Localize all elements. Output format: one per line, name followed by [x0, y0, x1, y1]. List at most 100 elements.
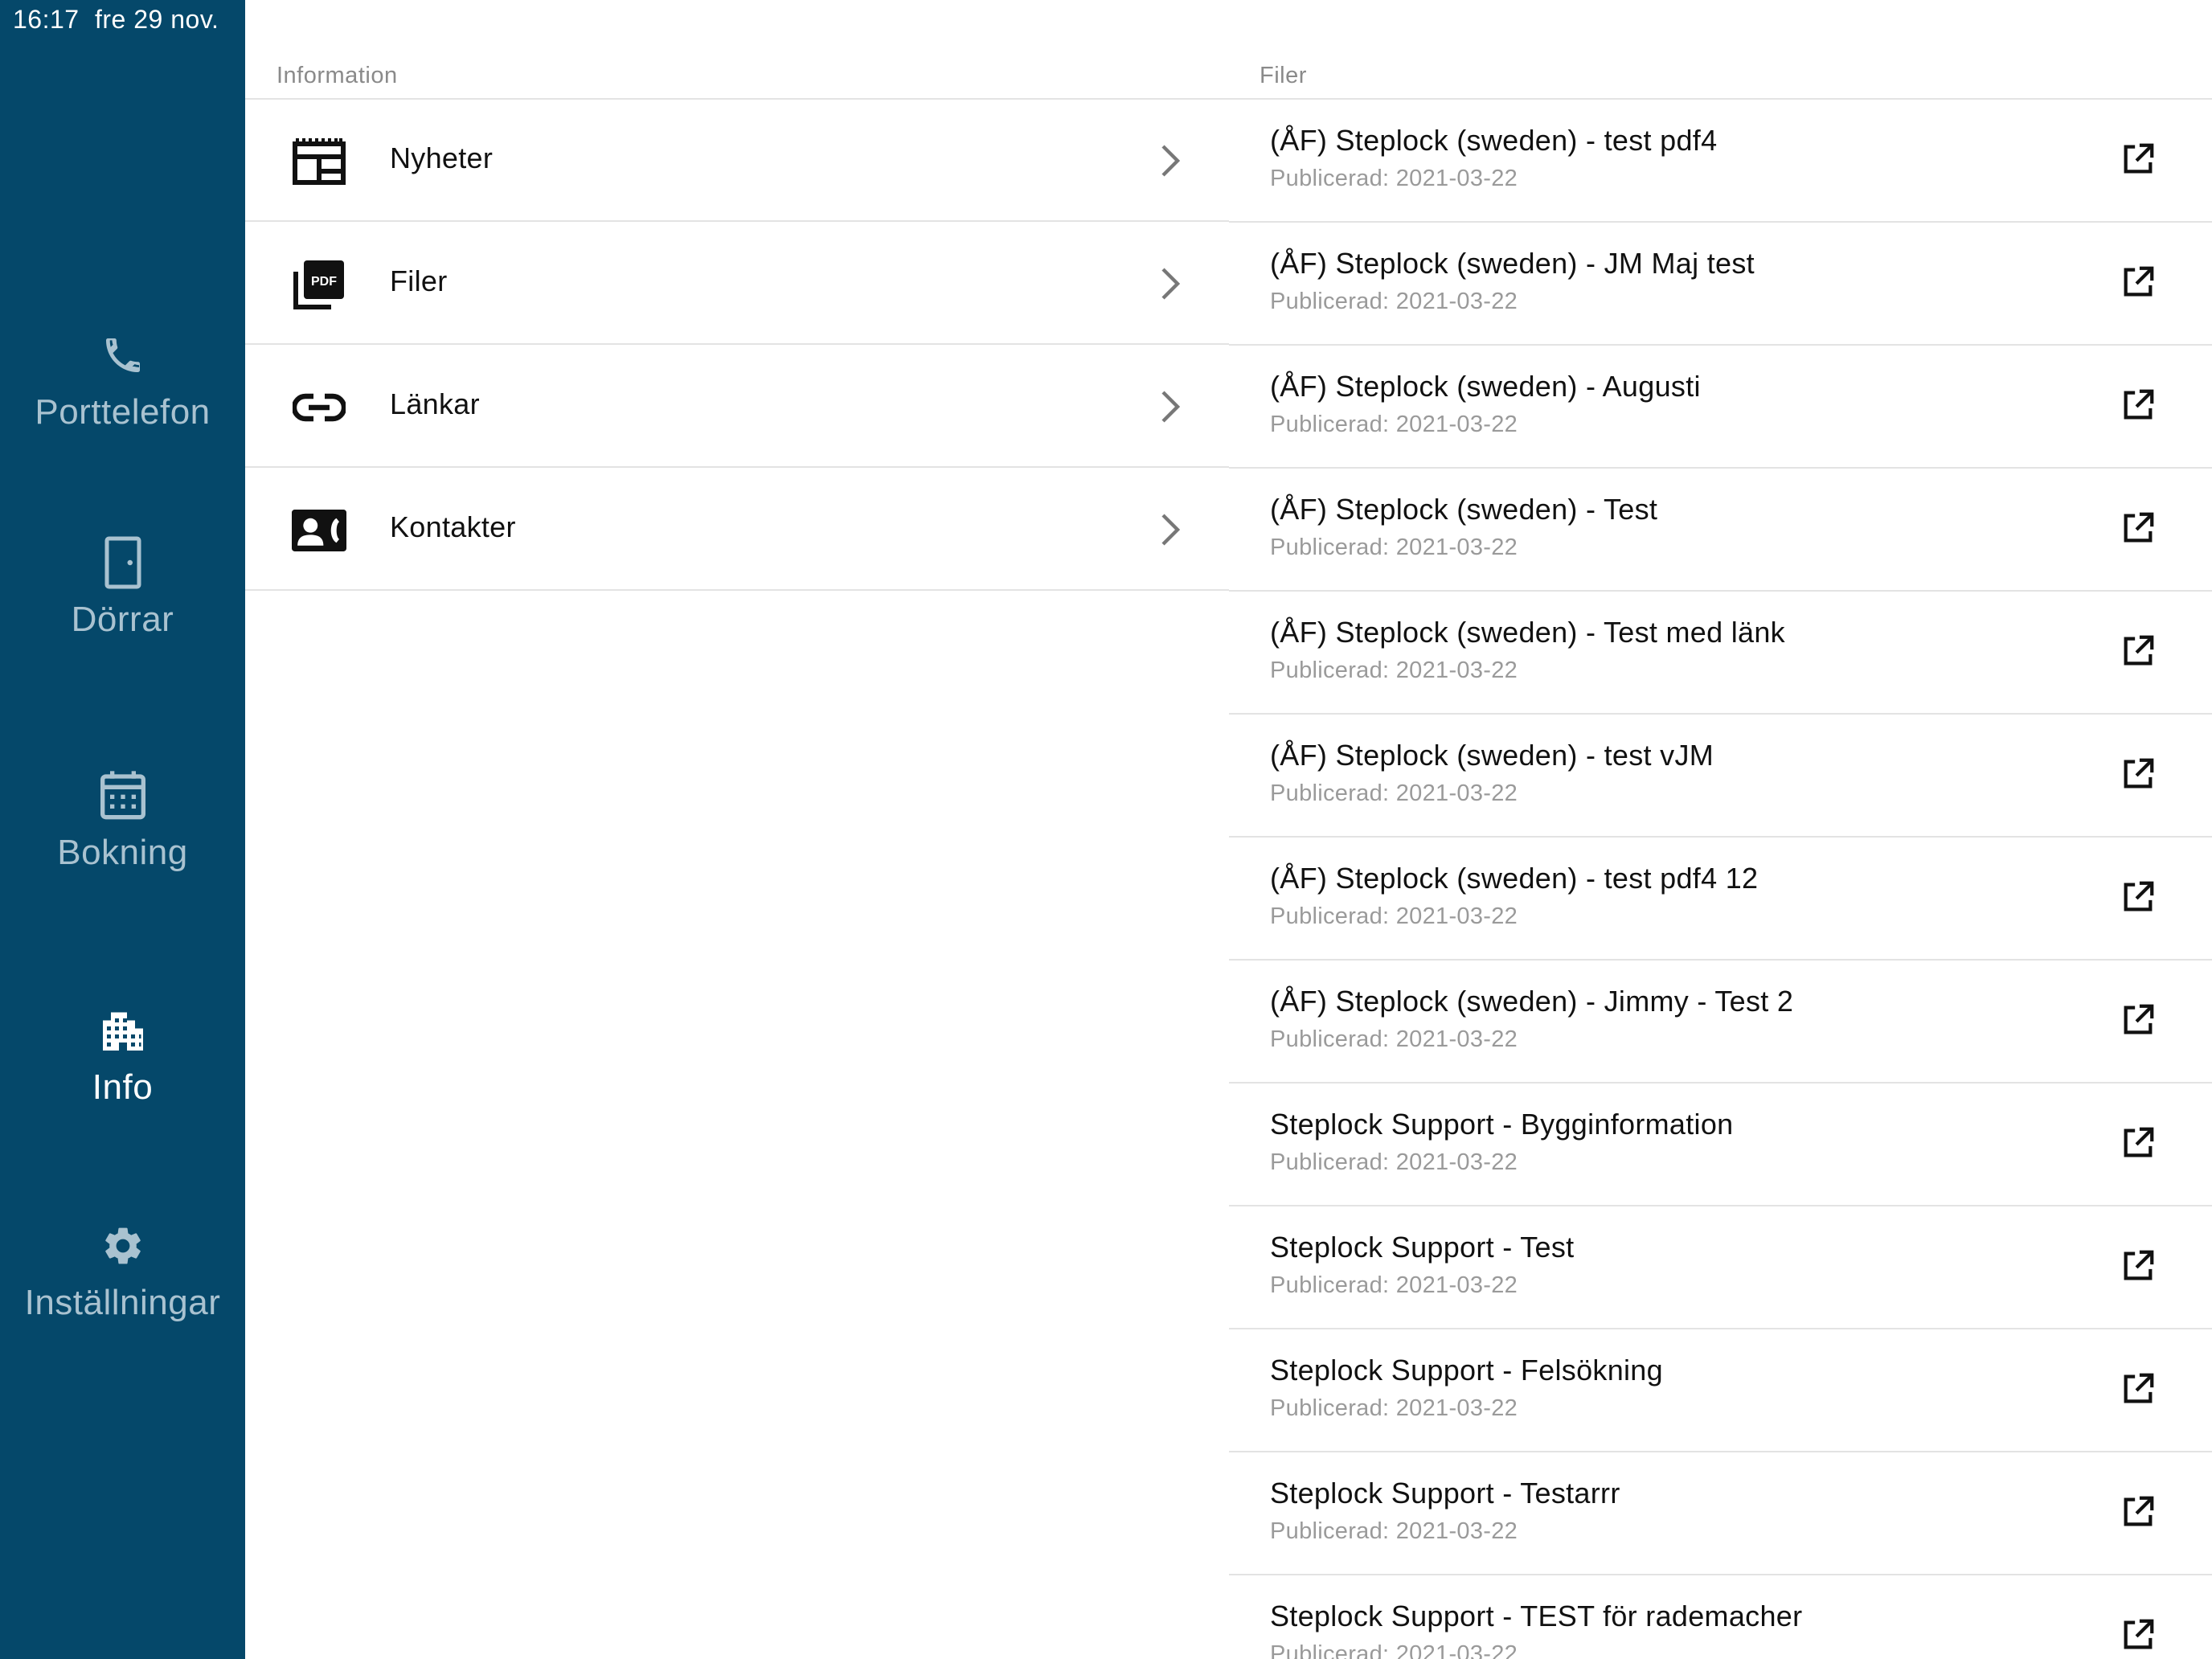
open-in-new-icon [2120, 1370, 2157, 1407]
file-title: Steplock Support - TEST för rademacher [1270, 1600, 1803, 1632]
file-list-item[interactable]: Steplock Support - TEST för rademacher P… [1229, 1575, 2212, 1659]
file-published-date: Publicerad: 2021-03-22 [1270, 289, 1518, 314]
open-in-new-icon [2120, 264, 2157, 301]
open-in-new-icon [2120, 141, 2157, 178]
open-in-new-icon [2120, 1247, 2157, 1284]
chevron-right-icon [1153, 387, 1186, 426]
file-title: Steplock Support - Bygginformation [1270, 1108, 1734, 1141]
file-list-item[interactable]: (ÅF) Steplock (sweden) - test vJM Public… [1229, 715, 2212, 838]
door-icon [97, 536, 149, 589]
menu-item-filer[interactable]: PDF Filer [245, 223, 1229, 345]
file-title: (ÅF) Steplock (sweden) - test pdf4 12 [1270, 862, 1759, 895]
file-title: (ÅF) Steplock (sweden) - Augusti [1270, 370, 1701, 403]
news-icon [292, 137, 346, 186]
open-in-new-icon [2120, 1124, 2157, 1161]
file-title: (ÅF) Steplock (sweden) - Test [1270, 493, 1658, 526]
menu-item-kontakter[interactable]: Kontakter [245, 469, 1229, 591]
menu-item-label: Nyheter [390, 141, 494, 174]
file-list-item[interactable]: (ÅF) Steplock (sweden) - test pdf4 Publi… [1229, 100, 2212, 223]
file-published-date: Publicerad: 2021-03-22 [1270, 903, 1518, 929]
open-external-button[interactable] [2116, 383, 2161, 428]
open-in-new-icon [2120, 1616, 2157, 1653]
status-date: fre 29 nov. [95, 5, 219, 34]
sidebar-item-info[interactable]: Info [0, 1005, 245, 1174]
file-list-item[interactable]: Steplock Support - Test Publicerad: 2021… [1229, 1206, 2212, 1329]
file-list-item[interactable]: (ÅF) Steplock (sweden) - Augusti Publice… [1229, 346, 2212, 469]
file-published-date: Publicerad: 2021-03-22 [1270, 412, 1518, 437]
file-list-item[interactable]: Steplock Support - Bygginformation Publi… [1229, 1083, 2212, 1206]
open-external-button[interactable] [2116, 506, 2161, 551]
menu-item-label: Filer [390, 264, 448, 297]
menu-item-label: Kontakter [390, 510, 516, 543]
file-published-date: Publicerad: 2021-03-22 [1270, 1149, 1518, 1175]
file-title: (ÅF) Steplock (sweden) - Jimmy - Test 2 [1270, 985, 1794, 1018]
files-panel: Filer (ÅF) Steplock (sweden) - test pdf4… [1229, 0, 2212, 1659]
chevron-right-icon [1153, 141, 1186, 180]
file-published-date: Publicerad: 2021-03-22 [1270, 1641, 1518, 1659]
phone-icon [97, 330, 149, 381]
file-list-item[interactable]: (ÅF) Steplock (sweden) - Test med länk P… [1229, 592, 2212, 715]
contact-card-icon [292, 506, 346, 555]
information-panel: Information Nyheter PDF Filer Länkar Kon… [245, 0, 1229, 1659]
link-icon [292, 383, 346, 432]
open-external-button[interactable] [2116, 137, 2161, 182]
file-list-item[interactable]: (ÅF) Steplock (sweden) - Test Publicerad… [1229, 469, 2212, 592]
file-title: (ÅF) Steplock (sweden) - JM Maj test [1270, 247, 1755, 280]
open-in-new-icon [2120, 387, 2157, 424]
open-external-button[interactable] [2116, 260, 2161, 305]
file-title: (ÅF) Steplock (sweden) - test vJM [1270, 739, 1714, 772]
sidebar-item-label: Porttelefon [35, 392, 211, 432]
menu-item-lankar[interactable]: Länkar [245, 346, 1229, 468]
chevron-right-icon [1153, 264, 1186, 303]
open-external-button[interactable] [2116, 875, 2161, 920]
file-list-item[interactable]: (ÅF) Steplock (sweden) - Jimmy - Test 2 … [1229, 961, 2212, 1083]
open-in-new-icon [2120, 633, 2157, 670]
open-external-button[interactable] [2116, 1243, 2161, 1288]
file-title: (ÅF) Steplock (sweden) - test pdf4 [1270, 124, 1718, 157]
information-header: Information [276, 63, 398, 88]
open-in-new-icon [2120, 756, 2157, 793]
chevron-right-icon [1153, 510, 1186, 549]
open-external-button[interactable] [2116, 1120, 2161, 1165]
file-published-date: Publicerad: 2021-03-22 [1270, 657, 1518, 683]
sidebar-item-label: Info [92, 1067, 154, 1107]
open-external-button[interactable] [2116, 997, 2161, 1043]
open-external-button[interactable] [2116, 1366, 2161, 1411]
file-title: Steplock Support - Felsökning [1270, 1354, 1663, 1387]
file-list-item[interactable]: Steplock Support - Testarrr Publicerad: … [1229, 1452, 2212, 1575]
open-in-new-icon [2120, 879, 2157, 916]
open-external-button[interactable] [2116, 1612, 2161, 1657]
sidebar: Porttelefon Dörrar Bokning Info Inställn… [0, 0, 245, 1659]
file-published-date: Publicerad: 2021-03-22 [1270, 535, 1518, 560]
sidebar-item-bokning[interactable]: Bokning [0, 770, 245, 939]
sidebar-item-porttelefon[interactable]: Porttelefon [0, 330, 245, 498]
file-published-date: Publicerad: 2021-03-22 [1270, 166, 1518, 191]
open-external-button[interactable] [2116, 629, 2161, 674]
file-list-item[interactable]: (ÅF) Steplock (sweden) - JM Maj test Pub… [1229, 223, 2212, 346]
calendar-icon [97, 770, 149, 821]
sidebar-item-label: Inställningar [24, 1283, 221, 1322]
file-title: Steplock Support - Testarrr [1270, 1477, 1620, 1509]
svg-text:PDF: PDF [311, 275, 337, 289]
file-published-date: Publicerad: 2021-03-22 [1270, 1395, 1518, 1421]
status-time: 16:17 [13, 5, 80, 34]
file-list-item[interactable]: Steplock Support - Felsökning Publicerad… [1229, 1329, 2212, 1452]
pdf-icon: PDF [292, 260, 346, 309]
file-title: (ÅF) Steplock (sweden) - Test med länk [1270, 616, 1785, 649]
file-title: Steplock Support - Test [1270, 1231, 1575, 1264]
sidebar-item-installningar[interactable]: Inställningar [0, 1220, 245, 1389]
open-in-new-icon [2120, 1002, 2157, 1038]
sidebar-item-label: Dörrar [71, 600, 174, 639]
file-published-date: Publicerad: 2021-03-22 [1270, 780, 1518, 806]
file-list-item[interactable]: (ÅF) Steplock (sweden) - test pdf4 12 Pu… [1229, 838, 2212, 961]
open-external-button[interactable] [2116, 1489, 2161, 1534]
file-published-date: Publicerad: 2021-03-22 [1270, 1026, 1518, 1052]
menu-item-nyheter[interactable]: Nyheter [245, 100, 1229, 222]
menu-item-label: Länkar [390, 387, 480, 420]
file-published-date: Publicerad: 2021-03-22 [1270, 1272, 1518, 1298]
open-in-new-icon [2120, 1493, 2157, 1530]
sidebar-item-label: Bokning [57, 833, 188, 872]
open-external-button[interactable] [2116, 752, 2161, 797]
files-header: Filer [1260, 63, 1307, 88]
sidebar-item-dorrar[interactable]: Dörrar [0, 536, 245, 706]
